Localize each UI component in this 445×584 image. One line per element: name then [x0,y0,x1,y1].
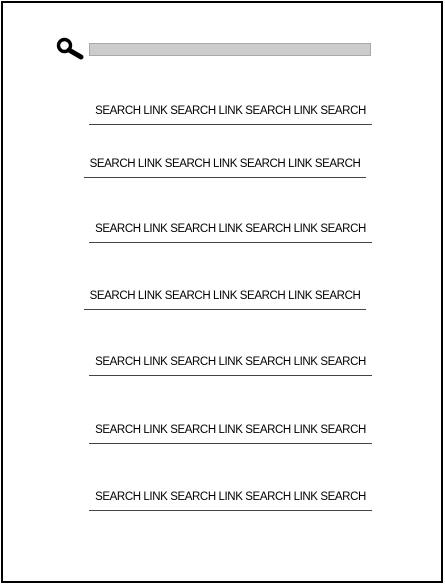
list-item: SEARCH LINK SEARCH LINK SEARCH LINK SEAR… [89,422,372,444]
search-result-link[interactable]: SEARCH LINK SEARCH LINK SEARCH LINK SEAR… [89,422,372,438]
search-result-link[interactable]: SEARCH LINK SEARCH LINK SEARCH LINK SEAR… [84,288,366,304]
list-item: SEARCH LINK SEARCH LINK SEARCH LINK SEAR… [89,103,372,125]
list-item: SEARCH LINK SEARCH LINK SEARCH LINK SEAR… [84,156,366,178]
list-item: SEARCH LINK SEARCH LINK SEARCH LINK SEAR… [89,354,372,376]
search-result-link[interactable]: SEARCH LINK SEARCH LINK SEARCH LINK SEAR… [89,221,372,237]
search-result-link[interactable]: SEARCH LINK SEARCH LINK SEARCH LINK SEAR… [89,489,372,505]
list-item: SEARCH LINK SEARCH LINK SEARCH LINK SEAR… [89,221,372,243]
list-item: SEARCH LINK SEARCH LINK SEARCH LINK SEAR… [84,288,366,310]
search-results-list: SEARCH LINK SEARCH LINK SEARCH LINK SEAR… [3,3,441,581]
search-result-link[interactable]: SEARCH LINK SEARCH LINK SEARCH LINK SEAR… [84,156,366,172]
search-result-link[interactable]: SEARCH LINK SEARCH LINK SEARCH LINK SEAR… [89,354,372,370]
list-item: SEARCH LINK SEARCH LINK SEARCH LINK SEAR… [89,489,372,511]
page-frame: SEARCH LINK SEARCH LINK SEARCH LINK SEAR… [1,1,443,583]
search-result-link[interactable]: SEARCH LINK SEARCH LINK SEARCH LINK SEAR… [89,103,372,119]
